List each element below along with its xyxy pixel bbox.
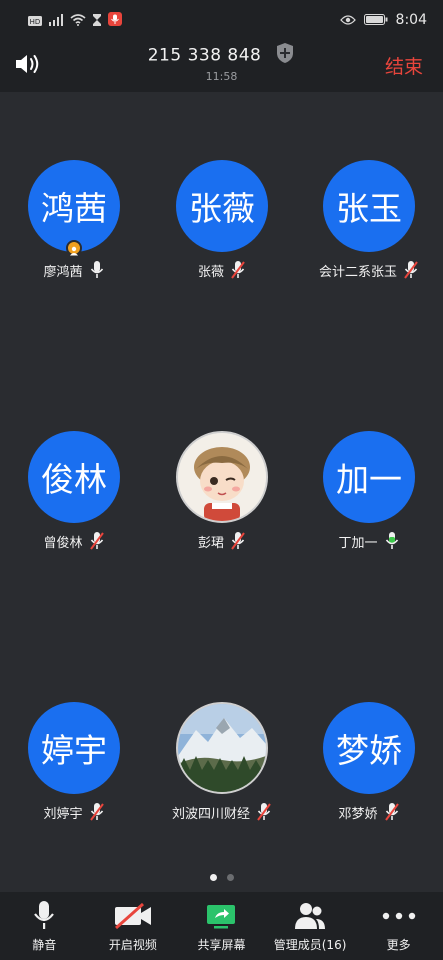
participant-name: 曾俊林 xyxy=(43,535,83,551)
manage-members-button[interactable]: 管理成员(16) xyxy=(266,892,355,960)
battery-icon xyxy=(363,10,388,29)
participant-tile[interactable]: 彭珺 xyxy=(148,431,296,561)
hd-network-icon: HD xyxy=(28,11,42,30)
video-label: 开启视频 xyxy=(108,938,157,952)
end-meeting-button[interactable]: 结束 xyxy=(385,52,423,79)
participant-name: 刘波四川财经 xyxy=(171,806,250,822)
participant-tile[interactable]: 刘波四川财经 xyxy=(148,702,296,832)
avatar: 梦娇 xyxy=(323,702,415,794)
status-bar: HD 8:04 xyxy=(0,0,443,36)
mic-muted-icon xyxy=(89,802,105,822)
meeting-id-row[interactable]: 215 338 848 xyxy=(0,42,443,69)
meeting-header: 215 338 848 11:58 结束 xyxy=(0,36,443,92)
hourglass-icon xyxy=(92,11,102,30)
mic-muted-icon xyxy=(89,531,105,551)
members-label: 管理成员(16) xyxy=(273,938,347,952)
video-off-icon xyxy=(113,900,153,932)
participant-tile[interactable]: 张薇 张薇 xyxy=(148,160,296,290)
bottom-toolbar: 静音 开启视频 共享屏幕 管理成员(16) 更多 xyxy=(0,892,443,960)
participant-tile[interactable]: 俊林 曾俊林 xyxy=(0,431,148,561)
mute-label: 静音 xyxy=(32,938,57,952)
members-icon xyxy=(294,900,326,932)
participant-name: 刘婷宇 xyxy=(43,806,83,822)
share-label: 共享屏幕 xyxy=(197,938,246,952)
participant-name: 会计二系张玉 xyxy=(318,264,397,280)
more-dots-icon xyxy=(381,900,417,932)
participant-name: 廖鸿茜 xyxy=(43,264,83,280)
mountain-photo-image xyxy=(176,702,268,794)
participant-name: 彭珺 xyxy=(197,535,224,551)
avatar: 鸿茜 xyxy=(28,160,120,252)
wifi-icon xyxy=(70,11,86,30)
mic-muted-icon xyxy=(384,802,400,822)
signal-icon xyxy=(48,11,64,30)
status-icons-right: 8:04 xyxy=(339,10,427,29)
svg-text:HD: HD xyxy=(30,18,41,26)
share-screen-icon xyxy=(206,900,236,932)
more-label: 更多 xyxy=(386,938,411,952)
cartoon-avatar-image xyxy=(176,431,268,523)
shield-icon[interactable] xyxy=(275,42,295,69)
mic-muted-icon xyxy=(230,531,246,551)
meeting-timer: 11:58 xyxy=(205,70,238,83)
page-indicator xyxy=(0,874,443,881)
participant-name: 丁加一 xyxy=(338,535,378,551)
eye-icon xyxy=(339,10,356,29)
clock: 8:04 xyxy=(395,11,427,28)
participant-name: 张薇 xyxy=(197,264,224,280)
participant-tile[interactable]: 婷宇 刘婷宇 xyxy=(0,702,148,832)
page-dot[interactable] xyxy=(226,874,234,881)
participant-tile[interactable]: 鸿茜 廖鸿茜 xyxy=(0,160,148,290)
mic-muted-icon xyxy=(230,260,246,280)
mic-speaking-icon xyxy=(384,531,400,551)
participant-tile[interactable]: 梦娇 邓梦娇 xyxy=(295,702,443,832)
mic-muted-icon xyxy=(256,802,272,822)
page-dot-active[interactable] xyxy=(209,874,217,881)
participant-tile[interactable]: 张玉 会计二系张玉 xyxy=(295,160,443,290)
avatar: 加一 xyxy=(323,431,415,523)
mic-muted-icon xyxy=(403,260,419,280)
participant-tile[interactable]: 加一 丁加一 xyxy=(295,431,443,561)
share-screen-button[interactable]: 共享屏幕 xyxy=(177,892,266,960)
participant-grid: 鸿茜 廖鸿茜 张薇 张薇 张玉 会计二系张玉 俊林 曾俊林 彭珺 加一 丁加一 … xyxy=(0,92,443,890)
microphone-icon xyxy=(32,900,56,932)
avatar: 张玉 xyxy=(323,160,415,252)
more-button[interactable]: 更多 xyxy=(354,892,443,960)
mute-button[interactable]: 静音 xyxy=(0,892,89,960)
host-badge-icon xyxy=(66,240,82,256)
mic-on-icon xyxy=(89,260,105,280)
avatar: 俊林 xyxy=(28,431,120,523)
meeting-id: 215 338 848 xyxy=(147,45,262,66)
start-video-button[interactable]: 开启视频 xyxy=(89,892,178,960)
participant-name: 邓梦娇 xyxy=(338,806,378,822)
avatar: 张薇 xyxy=(176,160,268,252)
recording-mic-icon xyxy=(108,11,122,30)
avatar: 婷宇 xyxy=(28,702,120,794)
status-icons-left: HD xyxy=(28,11,122,30)
